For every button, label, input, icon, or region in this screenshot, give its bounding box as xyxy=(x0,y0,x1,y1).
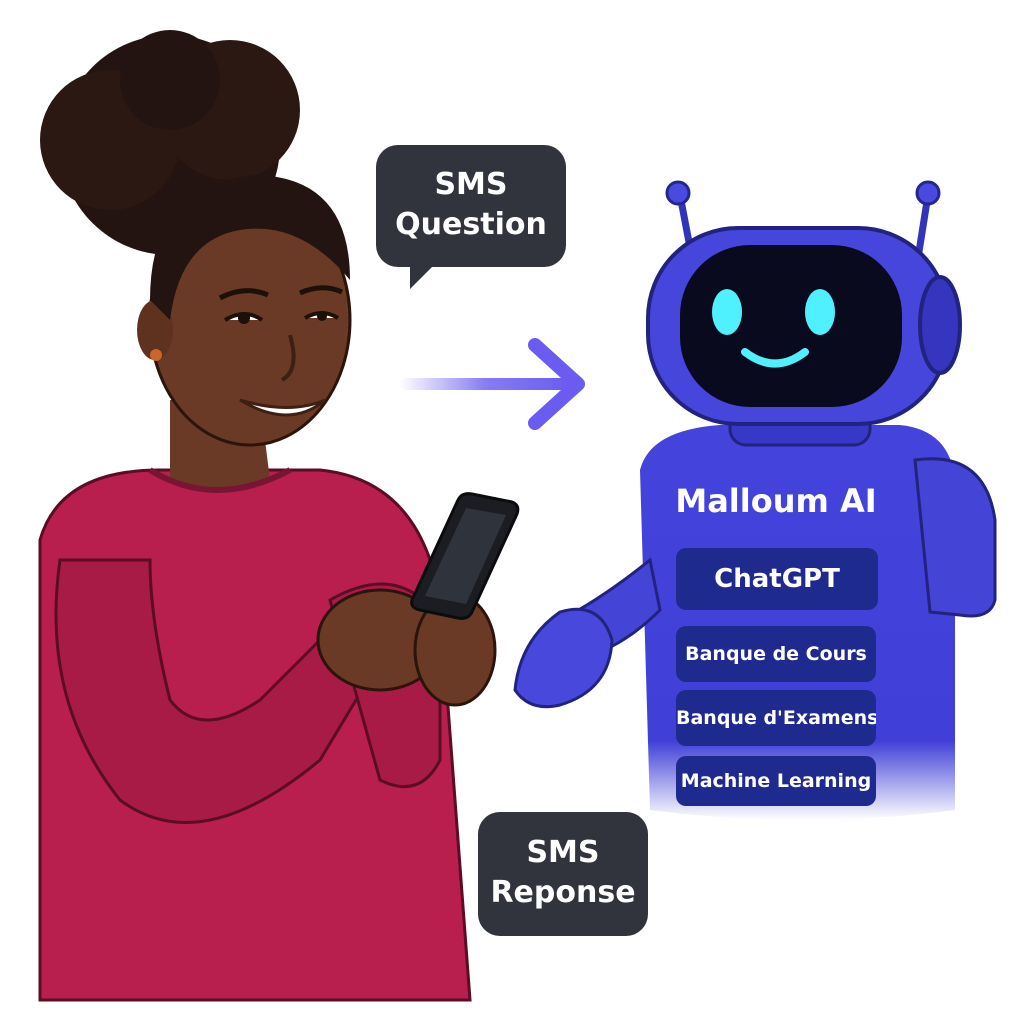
illustration-stage: SMS Question SMS Reponse Malloum AI Chat… xyxy=(0,0,1024,1024)
arrow-right-icon xyxy=(400,338,585,430)
sms-question-bubble: SMS Question xyxy=(376,145,566,289)
bubble-question-line-1: SMS xyxy=(434,167,508,202)
module-chatgpt: ChatGPT xyxy=(676,548,878,610)
bubble-reponse-line-1: SMS xyxy=(526,835,600,870)
bubble-question-line-2: Question xyxy=(395,207,547,242)
module-banque-examens: Banque d'Examens xyxy=(676,690,876,746)
sms-reponse-bubble: SMS Reponse xyxy=(478,812,648,936)
module-banque-de-cours: Banque de Cours xyxy=(676,626,876,682)
module-machine-learning: Machine Learning xyxy=(676,756,876,806)
bubble-reponse-line-2: Reponse xyxy=(490,875,636,910)
robot-title: Malloum AI xyxy=(675,482,877,520)
bubble-tail xyxy=(410,263,436,289)
